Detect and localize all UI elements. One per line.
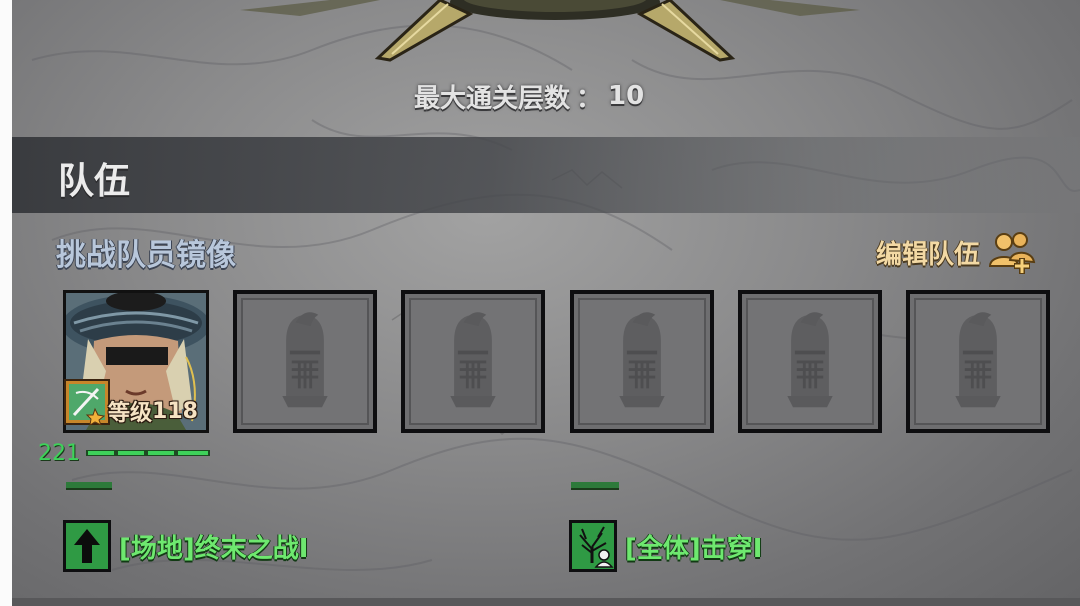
empty-slot-5[interactable] xyxy=(738,290,882,433)
tree-figure-icon xyxy=(572,523,614,569)
hero-level-label: 等级 xyxy=(108,401,153,426)
screen-edge xyxy=(0,0,12,606)
max-floor-label: 最大通关层数 xyxy=(414,83,571,114)
max-floor-separator: ： xyxy=(576,83,603,114)
empty-slot-6[interactable] xyxy=(906,290,1050,433)
skill-icon-slot xyxy=(569,520,617,572)
hero-level: 等级 118 xyxy=(108,397,198,427)
hero-power-value: 221 xyxy=(38,440,80,466)
max-floor-text: 最大通关层数： 10 xyxy=(414,78,644,114)
skill-field-final-battle[interactable]: [场地]终末之战I xyxy=(63,518,308,574)
game-screen: 最大通关层数： 10 队伍 挑战队员镜像 编辑队伍 等级 118 221 [场地… xyxy=(0,0,1080,606)
hero-power: 221 xyxy=(38,440,210,466)
empty-slot-3[interactable] xyxy=(401,290,545,433)
skill-all-pierce[interactable]: [全体]击穿I xyxy=(569,518,762,574)
edit-team-label: 编辑队伍 xyxy=(876,239,981,270)
mirror-section-title: 挑战队员镜像 xyxy=(56,238,236,273)
add-group-icon xyxy=(989,232,1036,274)
skill-label: [全体]击穿I xyxy=(625,533,763,564)
team-header-bar xyxy=(12,137,1080,213)
skill-bar-edge xyxy=(571,482,619,490)
knight-helmet-icon xyxy=(282,312,328,408)
knight-helmet-icon xyxy=(955,312,1001,408)
team-title: 队伍 xyxy=(58,161,131,202)
knight-helmet-icon xyxy=(450,312,496,408)
power-bar xyxy=(86,450,210,456)
max-floor-value: 10 xyxy=(608,81,645,111)
hero-slot[interactable]: 等级 118 xyxy=(63,290,209,433)
edit-team-button[interactable]: 编辑队伍 xyxy=(876,228,1038,276)
up-arrow-icon xyxy=(66,523,108,569)
knight-helmet-icon xyxy=(619,312,665,408)
class-badge-icon xyxy=(64,379,110,425)
hero-level-value: 118 xyxy=(152,398,198,424)
skill-icon-slot xyxy=(63,520,111,572)
emblem-icon xyxy=(240,0,860,62)
skill-label: [场地]终末之战I xyxy=(119,533,309,564)
empty-slot-2[interactable] xyxy=(233,290,377,433)
knight-helmet-icon xyxy=(787,312,833,408)
bottom-divider xyxy=(12,598,1080,606)
empty-slot-4[interactable] xyxy=(570,290,714,433)
skill-bar-edge xyxy=(66,482,112,490)
